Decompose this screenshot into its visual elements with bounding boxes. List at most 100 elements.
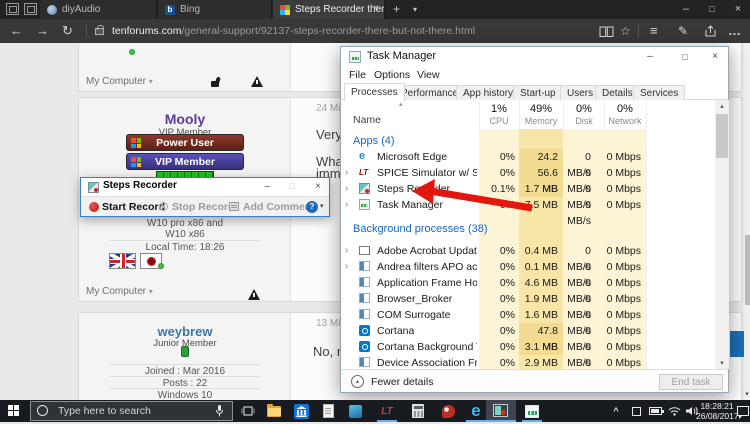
help-dropdown-icon[interactable]: ▾ — [320, 197, 324, 217]
list-scrollbar[interactable]: ▴ ▾ — [715, 100, 729, 369]
my-computer-link[interactable]: My Computer ▾ — [86, 76, 153, 87]
hub-icon[interactable]: ≡ — [650, 19, 658, 43]
steps-recorder-taskbar-button[interactable] — [486, 400, 516, 422]
author-link[interactable]: weybrew — [79, 324, 291, 339]
ltspice-taskbar-button[interactable]: LT — [374, 400, 400, 422]
window-maximize-button[interactable]: □ — [700, 0, 724, 19]
tab-startup[interactable]: Start-up — [513, 85, 563, 100]
new-tab-button[interactable]: + — [393, 0, 400, 19]
disk-total-percent[interactable]: 0% — [564, 103, 604, 115]
process-row[interactable]: e Microsoft Edge 0% 24.2 MB 0 MB/s 0 Mbp… — [341, 149, 715, 165]
column-header-memory[interactable]: Memory — [521, 116, 561, 126]
expand-chevron-icon[interactable]: › — [345, 181, 348, 197]
blue-app-button[interactable] — [343, 400, 367, 422]
add-comment-button[interactable]: Add Comment — [243, 197, 315, 217]
back-button[interactable]: ← — [10, 19, 23, 43]
calculator-button[interactable] — [406, 400, 430, 422]
expand-chevron-icon[interactable]: › — [345, 259, 348, 275]
window-minimize-button[interactable]: – — [674, 0, 698, 19]
tabs-set-aside-icon[interactable] — [24, 3, 37, 15]
share-icon[interactable] — [704, 25, 717, 43]
scroll-down-icon[interactable]: ▾ — [744, 390, 750, 398]
thumbs-up-icon[interactable] — [211, 77, 222, 87]
menu-file[interactable]: File — [349, 67, 366, 83]
cpu-total-percent[interactable]: 1% — [479, 103, 519, 115]
start-button[interactable] — [8, 405, 20, 417]
stop-record-button[interactable]: Stop Record — [172, 197, 234, 217]
my-computer-link[interactable]: My Computer ▾ — [86, 286, 153, 297]
end-task-button[interactable]: End task — [659, 374, 723, 390]
close-tab-icon[interactable]: × — [373, 3, 379, 14]
memory-total-percent[interactable]: 49% — [521, 103, 561, 115]
process-row[interactable]: Cortana Background Task Host 0% 3.1 MB 0… — [341, 339, 715, 355]
process-row[interactable]: › Andrea filters APO access servic... 0%… — [341, 259, 715, 275]
window-minimize-button[interactable]: – — [637, 47, 663, 67]
process-row[interactable]: Application Frame Host 0% 4.6 MB 0 MB/s … — [341, 275, 715, 291]
process-row[interactable]: › Adobe Acrobat Update Service 0% 0.4 MB… — [341, 243, 715, 259]
scroll-down-icon[interactable]: ▾ — [715, 359, 729, 367]
browser-tab-diyaudio[interactable]: diyAudio — [40, 0, 157, 19]
tab-processes[interactable]: Processes — [344, 83, 405, 101]
report-warning-icon[interactable] — [248, 289, 260, 300]
action-center-button[interactable] — [736, 400, 750, 422]
browser-tab-bing[interactable]: b Bing — [158, 0, 272, 19]
process-row[interactable]: Browser_Broker 0% 1.9 MB 0 MB/s 0 Mbps — [341, 291, 715, 307]
column-header-name[interactable]: Name — [353, 114, 381, 126]
menu-view[interactable]: View — [417, 67, 440, 83]
column-header-network[interactable]: Network — [605, 116, 645, 126]
page-info-icon[interactable] — [95, 28, 104, 35]
browser-tab-active[interactable]: Steps Recorder there... t × — [273, 0, 385, 19]
scrollbar-thumb[interactable] — [716, 114, 728, 158]
menu-options[interactable]: Options — [374, 67, 410, 83]
tab-performance[interactable]: Performance — [394, 85, 465, 100]
reading-view-icon[interactable] — [599, 25, 614, 43]
window-maximize-button[interactable]: □ — [281, 178, 303, 195]
expand-chevron-icon[interactable]: › — [345, 243, 348, 259]
more-actions-icon[interactable]: … — [728, 19, 741, 43]
window-close-button[interactable]: × — [307, 178, 329, 195]
forward-button[interactable]: → — [36, 19, 49, 43]
group-header-apps[interactable]: Apps (4) — [353, 132, 395, 150]
report-warning-icon[interactable] — [251, 76, 263, 87]
group-header-background[interactable]: Background processes (38) — [353, 220, 488, 238]
scroll-up-icon[interactable]: ▴ — [715, 102, 729, 110]
window-maximize-button[interactable]: □ — [672, 47, 698, 67]
tray-expand-chevron[interactable]: ^ — [608, 400, 624, 422]
tab-preview-chevron-icon[interactable]: ▾ — [413, 0, 417, 19]
edge-taskbar-button[interactable]: e — [464, 400, 488, 422]
author-link[interactable]: Mooly — [79, 111, 291, 127]
favorites-star-icon[interactable]: ☆ — [620, 19, 631, 43]
andrea-filters-button[interactable] — [436, 400, 460, 422]
window-close-button[interactable]: × — [726, 0, 750, 19]
task-manager-taskbar-button[interactable] — [520, 400, 544, 422]
file-explorer-button[interactable] — [262, 400, 286, 422]
scrollbar-thumb[interactable] — [745, 235, 750, 305]
window-close-button[interactable]: × — [702, 47, 728, 67]
search-input[interactable] — [30, 401, 233, 421]
window-minimize-button[interactable]: – — [256, 178, 278, 195]
column-header-cpu[interactable]: CPU — [479, 116, 519, 126]
set-tabs-aside-icon[interactable] — [6, 3, 19, 15]
expand-chevron-icon[interactable]: › — [345, 197, 348, 213]
help-button[interactable]: ? — [306, 201, 318, 213]
fewer-details-button[interactable]: Fewer details — [371, 376, 433, 388]
web-note-icon[interactable]: ✎ — [678, 19, 688, 43]
network-total-percent[interactable]: 0% — [605, 103, 645, 115]
bank-app-button[interactable] — [289, 400, 313, 422]
task-view-button[interactable] — [236, 400, 260, 422]
url-field[interactable]: tenforums.com/general-support/92137-step… — [112, 19, 475, 43]
tab-app-history[interactable]: App history — [456, 85, 520, 100]
tab-services[interactable]: Services — [633, 85, 685, 100]
start-record-button[interactable]: Start Record — [102, 197, 165, 217]
clock[interactable]: 18:28:21 26/08/2017 — [696, 401, 738, 421]
tray-app-icon[interactable] — [628, 400, 644, 422]
refresh-button[interactable]: ↻ — [62, 19, 73, 43]
expand-chevron-icon[interactable]: › — [345, 165, 348, 181]
process-row[interactable]: Cortana 0% 47.8 MB 0 MB/s 0 Mbps — [341, 323, 715, 339]
process-row[interactable]: COM Surrogate 0% 1.6 MB 0 MB/s 0 Mbps — [341, 307, 715, 323]
microphone-icon[interactable] — [215, 404, 224, 423]
page-scrollbar[interactable]: ▾ — [744, 43, 750, 400]
column-header-disk[interactable]: Disk — [564, 116, 604, 126]
battery-icon[interactable] — [646, 400, 664, 422]
wifi-icon[interactable] — [666, 400, 683, 422]
